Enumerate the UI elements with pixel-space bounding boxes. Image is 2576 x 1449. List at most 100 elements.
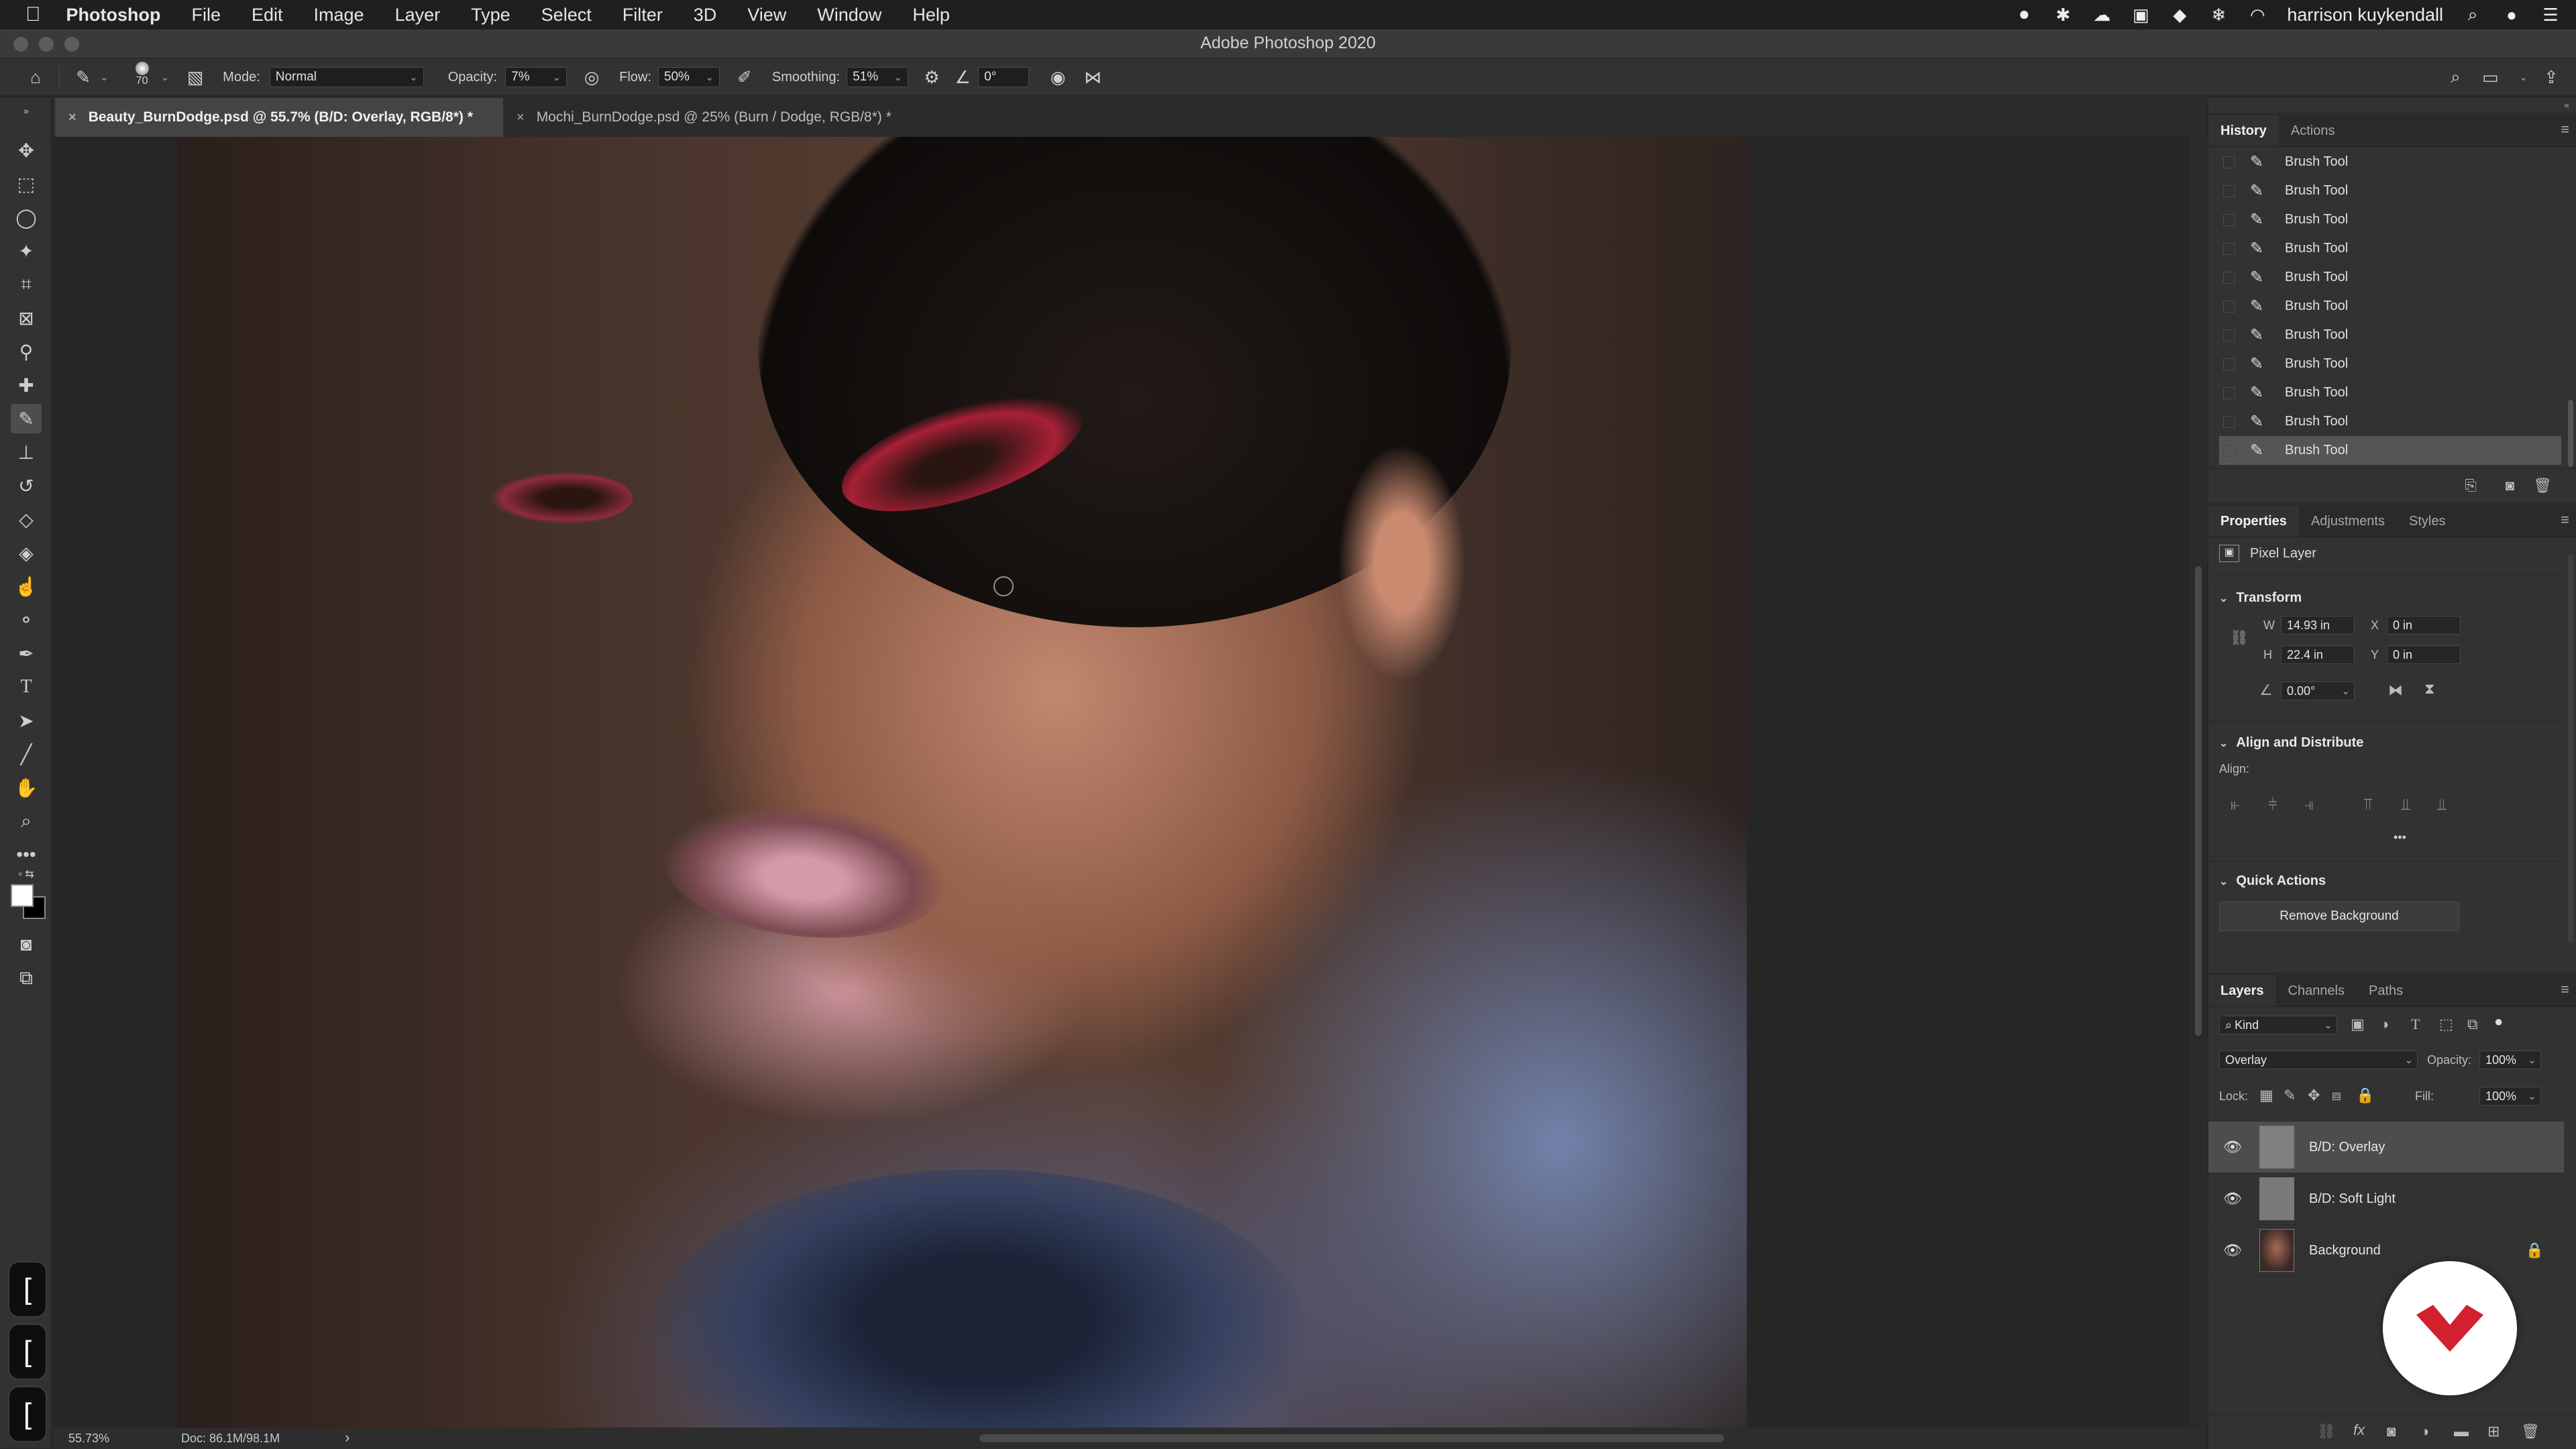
layer-thumbnail[interactable] <box>2259 1229 2294 1272</box>
remove-background-button[interactable]: Remove Background <box>2219 902 2459 931</box>
foreground-color-swatch[interactable] <box>11 884 34 907</box>
snapshot-checkbox[interactable] <box>2223 156 2235 168</box>
menu-select[interactable]: Select <box>541 5 592 25</box>
snapshot-checkbox[interactable] <box>2223 300 2235 313</box>
more-options-icon[interactable]: ••• <box>2394 830 2406 845</box>
snapshot-checkbox[interactable] <box>2223 271 2235 284</box>
creative-cloud-icon[interactable]: ☁ <box>2092 5 2111 25</box>
lock-icon[interactable]: 🔒 <box>2526 1242 2544 1259</box>
flip-vertical-icon[interactable]: ⧗ <box>2424 680 2434 698</box>
snapshot-checkbox[interactable] <box>2223 415 2235 428</box>
quick-mask-icon[interactable]: ◙ <box>11 930 42 959</box>
filter-smart-object-icon[interactable]: ⧉ <box>2467 1016 2478 1033</box>
screen-mode-icon[interactable]: ⧉ <box>11 963 42 993</box>
delete-layer-trash-icon[interactable]: 🗑 <box>2521 1423 2540 1440</box>
lasso-tool-icon[interactable]: ◯ <box>11 203 42 232</box>
visibility-eye-icon[interactable]: 👁 <box>2223 1242 2242 1259</box>
visibility-eye-icon[interactable]: 👁 <box>2223 1190 2242 1208</box>
filter-adjustment-icon[interactable]: ◑ <box>2380 1016 2389 1033</box>
transform-header[interactable]: ⌄ Transform <box>2219 590 2302 606</box>
panel-menu-icon[interactable]: ≡ <box>2561 121 2569 138</box>
snapshot-checkbox[interactable] <box>2223 444 2235 457</box>
snapshot-camera-icon[interactable]: ◙ <box>2506 477 2514 494</box>
flip-horizontal-icon[interactable]: ⧓ <box>2388 682 2403 699</box>
layer-row-bd-soft-light[interactable]: 👁 B/D: Soft Light <box>2208 1173 2564 1225</box>
zoom-tool-icon[interactable]: ⌕ <box>11 806 42 836</box>
history-item[interactable]: ✎ Brush Tool <box>2219 378 2561 408</box>
tab-mochi-burndodge[interactable]: × Mochi_BurnDodge.psd @ 25% (Burn / Dodg… <box>503 98 946 137</box>
notification-center-icon[interactable]: ☰ <box>2541 5 2560 25</box>
brush-angle-field[interactable]: 0° <box>978 67 1030 87</box>
align-right-edges-icon[interactable]: ⫣ <box>2300 796 2318 814</box>
share-icon[interactable]: ⇪ <box>2540 66 2563 89</box>
x-field[interactable]: 0 in <box>2387 616 2461 635</box>
search-icon[interactable]: ⌕ <box>2444 66 2467 89</box>
menu-layer[interactable]: Layer <box>395 5 441 25</box>
history-item[interactable]: ✎ Brush Tool <box>2219 148 2561 177</box>
menu-app-name[interactable]: Photoshop <box>66 5 161 25</box>
frame-tool-icon[interactable]: ⊠ <box>11 303 42 333</box>
bluetooth-icon[interactable]: ✱ <box>2053 5 2072 25</box>
width-field[interactable]: 14.93 in <box>2281 616 2355 635</box>
healing-brush-tool-icon[interactable]: ✚ <box>11 370 42 400</box>
align-vertical-centers-icon[interactable]: ⫫ <box>2396 796 2415 814</box>
filter-pixel-icon[interactable]: ▣ <box>2351 1016 2365 1033</box>
symmetry-butterfly-icon[interactable]: ⋈ <box>1081 66 1104 89</box>
align-bottom-edges-icon[interactable]: ⫫ <box>2432 796 2451 814</box>
history-item[interactable]: ✎ Brush Tool <box>2219 176 2561 206</box>
layer-style-fx-icon[interactable]: fx <box>2353 1421 2365 1439</box>
smoothing-field[interactable]: 51% ⌄ <box>847 67 909 87</box>
opacity-field[interactable]: 7% ⌄ <box>505 67 568 87</box>
history-item[interactable]: ✎ Brush Tool <box>2219 350 2561 379</box>
history-brush-tool-icon[interactable]: ↺ <box>11 471 42 500</box>
collapse-dock-icon[interactable]: « <box>2564 99 2569 110</box>
new-group-folder-icon[interactable]: ▬ <box>2454 1423 2469 1440</box>
tab-styles[interactable]: Styles <box>2397 506 2457 537</box>
workspace-icon[interactable]: ▭ <box>2479 66 2502 89</box>
properties-scrollbar[interactable] <box>2568 554 2573 943</box>
home-icon[interactable]: ⌂ <box>24 66 47 89</box>
menu-3d[interactable]: 3D <box>694 5 717 25</box>
new-adjustment-layer-icon[interactable]: ◑ <box>2420 1423 2429 1440</box>
align-top-edges-icon[interactable]: ⫪ <box>2359 796 2377 814</box>
history-item[interactable]: ✎ Brush Tool <box>2219 263 2561 292</box>
history-item[interactable]: ✎ Brush Tool <box>2219 292 2561 321</box>
y-field[interactable]: 0 in <box>2387 645 2461 664</box>
eyedropper-tool-icon[interactable]: ⚲ <box>11 337 42 366</box>
height-field[interactable]: 22.4 in <box>2281 645 2355 664</box>
path-selection-tool-icon[interactable]: ➤ <box>11 706 42 735</box>
chevron-down-icon[interactable]: ⌄ <box>161 71 170 83</box>
filter-toggle-icon[interactable]: ● <box>2494 1013 2503 1030</box>
dodge-tool-icon[interactable]: ⚬ <box>11 605 42 635</box>
snapshot-checkbox[interactable] <box>2223 213 2235 226</box>
brush-size-preview[interactable]: 70 <box>129 62 156 93</box>
close-tab-icon[interactable]: × <box>68 110 76 125</box>
menu-type[interactable]: Type <box>471 5 511 25</box>
filter-shape-icon[interactable]: ⬚ <box>2439 1016 2453 1033</box>
menu-filter[interactable]: Filter <box>623 5 663 25</box>
history-item[interactable]: ✎ Brush Tool <box>2219 407 2561 437</box>
clone-stamp-tool-icon[interactable]: ⊥ <box>11 437 42 467</box>
snapshot-checkbox[interactable] <box>2223 386 2235 399</box>
user-name[interactable]: harrison kuykendall <box>2287 5 2443 25</box>
default-colors-icon[interactable]: ▫ ⇆ <box>11 867 42 881</box>
align-left-edges-icon[interactable]: ⫦ <box>2226 796 2245 814</box>
layer-name[interactable]: B/D: Overlay <box>2309 1140 2385 1155</box>
move-tool-icon[interactable]: ✥ <box>11 136 42 165</box>
line-tool-icon[interactable]: ╱ <box>11 739 42 769</box>
record-icon[interactable]: ⏺ <box>2015 4 2033 24</box>
rotation-field[interactable]: 0.00° ⌄ <box>2281 682 2355 700</box>
quick-actions-header[interactable]: ⌄ Quick Actions <box>2219 873 2326 889</box>
lock-position-icon[interactable]: ✥ <box>2308 1087 2320 1104</box>
layer-row-background[interactable]: 👁 Background 🔒 <box>2208 1225 2564 1277</box>
menu-file[interactable]: File <box>191 5 221 25</box>
dropbox-icon[interactable]: ◆ <box>2170 5 2189 25</box>
panel-menu-icon[interactable]: ≡ <box>2561 511 2569 529</box>
brush-preset-icon[interactable]: ✎ <box>72 66 95 89</box>
brush-tool-icon[interactable]: ✎ <box>11 404 42 433</box>
more-tools-icon[interactable]: ••• <box>11 840 42 869</box>
tab-properties[interactable]: Properties <box>2208 506 2299 537</box>
visibility-eye-icon[interactable]: 👁 <box>2223 1138 2242 1156</box>
menu-image[interactable]: Image <box>314 5 364 25</box>
wifi-icon[interactable]: ◠ <box>2248 5 2267 25</box>
